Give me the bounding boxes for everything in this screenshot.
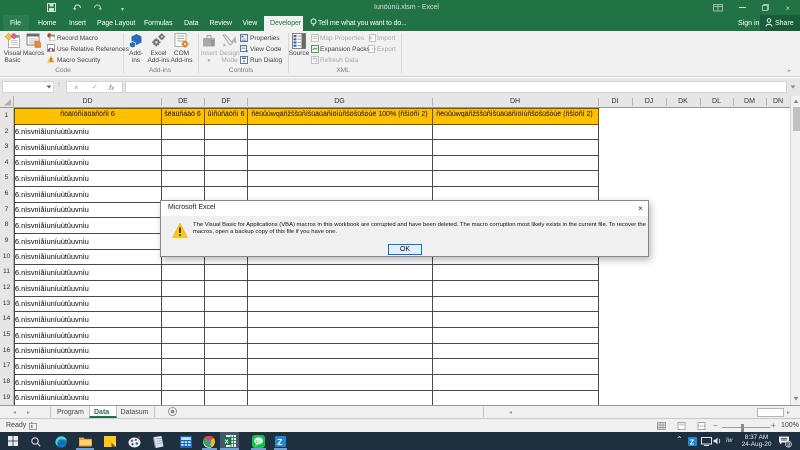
svg-text:LI: LI [255,439,259,444]
svg-text:Z: Z [690,439,695,446]
svg-text:x: x [225,439,229,446]
svg-text:Z: Z [277,436,282,446]
svg-text:3: 3 [787,442,790,448]
